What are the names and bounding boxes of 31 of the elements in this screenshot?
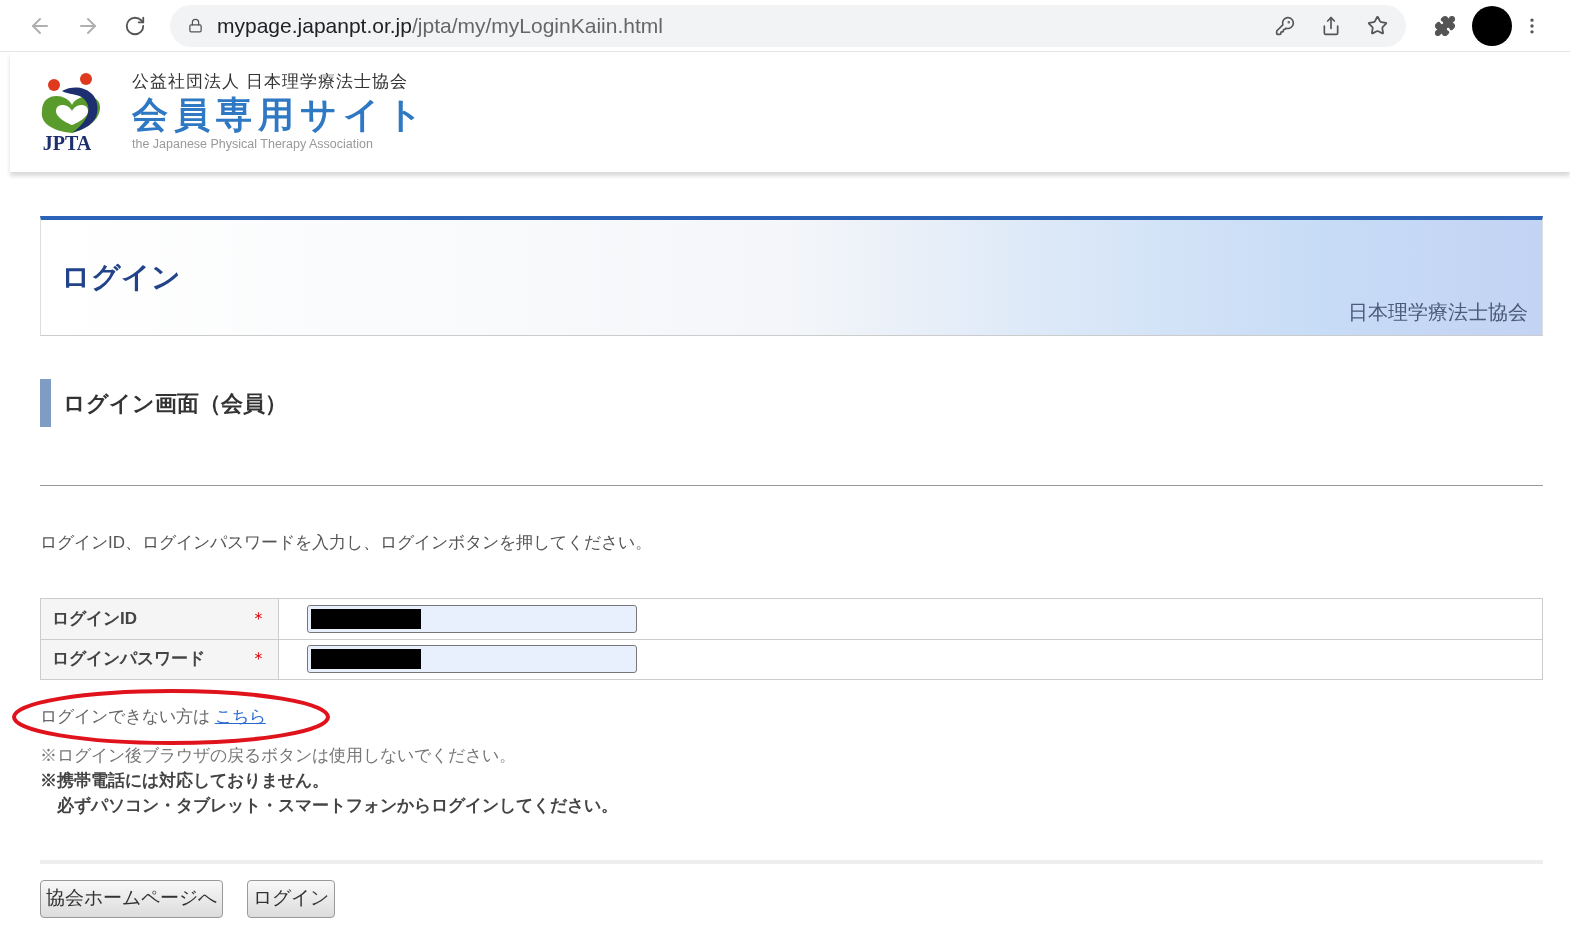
logo-text: JPTA bbox=[42, 133, 92, 153]
address-bar[interactable]: mypage.japanpt.or.jp/jpta/my/myLoginKaiin.html bbox=[170, 4, 1406, 47]
banner-title: ログイン bbox=[61, 260, 182, 295]
lock-icon bbox=[188, 18, 203, 33]
extensions-icon[interactable] bbox=[1434, 14, 1456, 37]
org-name: 公益社団法人 日本理学療法士協会 bbox=[132, 71, 409, 93]
instruction-text: ログインID、ログインパスワードを入力し、ログインボタンを押してください。 bbox=[40, 532, 653, 554]
warning-text: ※携帯電話には対応しておりません。 bbox=[40, 769, 330, 792]
input-field[interactable] bbox=[307, 645, 637, 673]
reload-icon[interactable] bbox=[124, 14, 146, 37]
help-link[interactable]: こちら bbox=[214, 706, 266, 726]
bookmark-star-icon[interactable] bbox=[1367, 15, 1388, 36]
input-field[interactable] bbox=[307, 604, 637, 633]
share-icon[interactable] bbox=[1321, 15, 1341, 36]
required-mark: ＊ bbox=[250, 607, 267, 630]
note-text: ※ログイン後ブラウザの戻るボタンは使用しないでください。 bbox=[40, 744, 517, 767]
field-label: ログインID bbox=[52, 607, 137, 630]
site-subtitle: the Japanese Physical Therapy Association bbox=[132, 137, 374, 153]
section-title: ログイン画面（会員） bbox=[63, 389, 287, 418]
section-marker bbox=[40, 379, 51, 427]
required-mark: ＊ bbox=[250, 648, 267, 671]
warning-text: 必ずパソコン・タブレット・スマートフォンからログインしてください。 bbox=[56, 794, 619, 817]
login-button[interactable]: ログイン bbox=[247, 879, 335, 918]
help-text: ログインできない方は こちら bbox=[40, 705, 267, 728]
homepage-button[interactable]: 協会ホームページへ bbox=[40, 879, 223, 918]
profile-avatar[interactable] bbox=[1472, 5, 1512, 46]
field-label: ログインパスワード bbox=[52, 648, 205, 671]
key-icon[interactable] bbox=[1275, 15, 1295, 36]
banner-org: 日本理学療法士協会 bbox=[1348, 300, 1528, 325]
url-text: mypage.japanpt.or.jp/jpta/my/myLoginKaiin.html bbox=[217, 12, 664, 39]
site-title: 会員専用サイト bbox=[132, 93, 429, 138]
